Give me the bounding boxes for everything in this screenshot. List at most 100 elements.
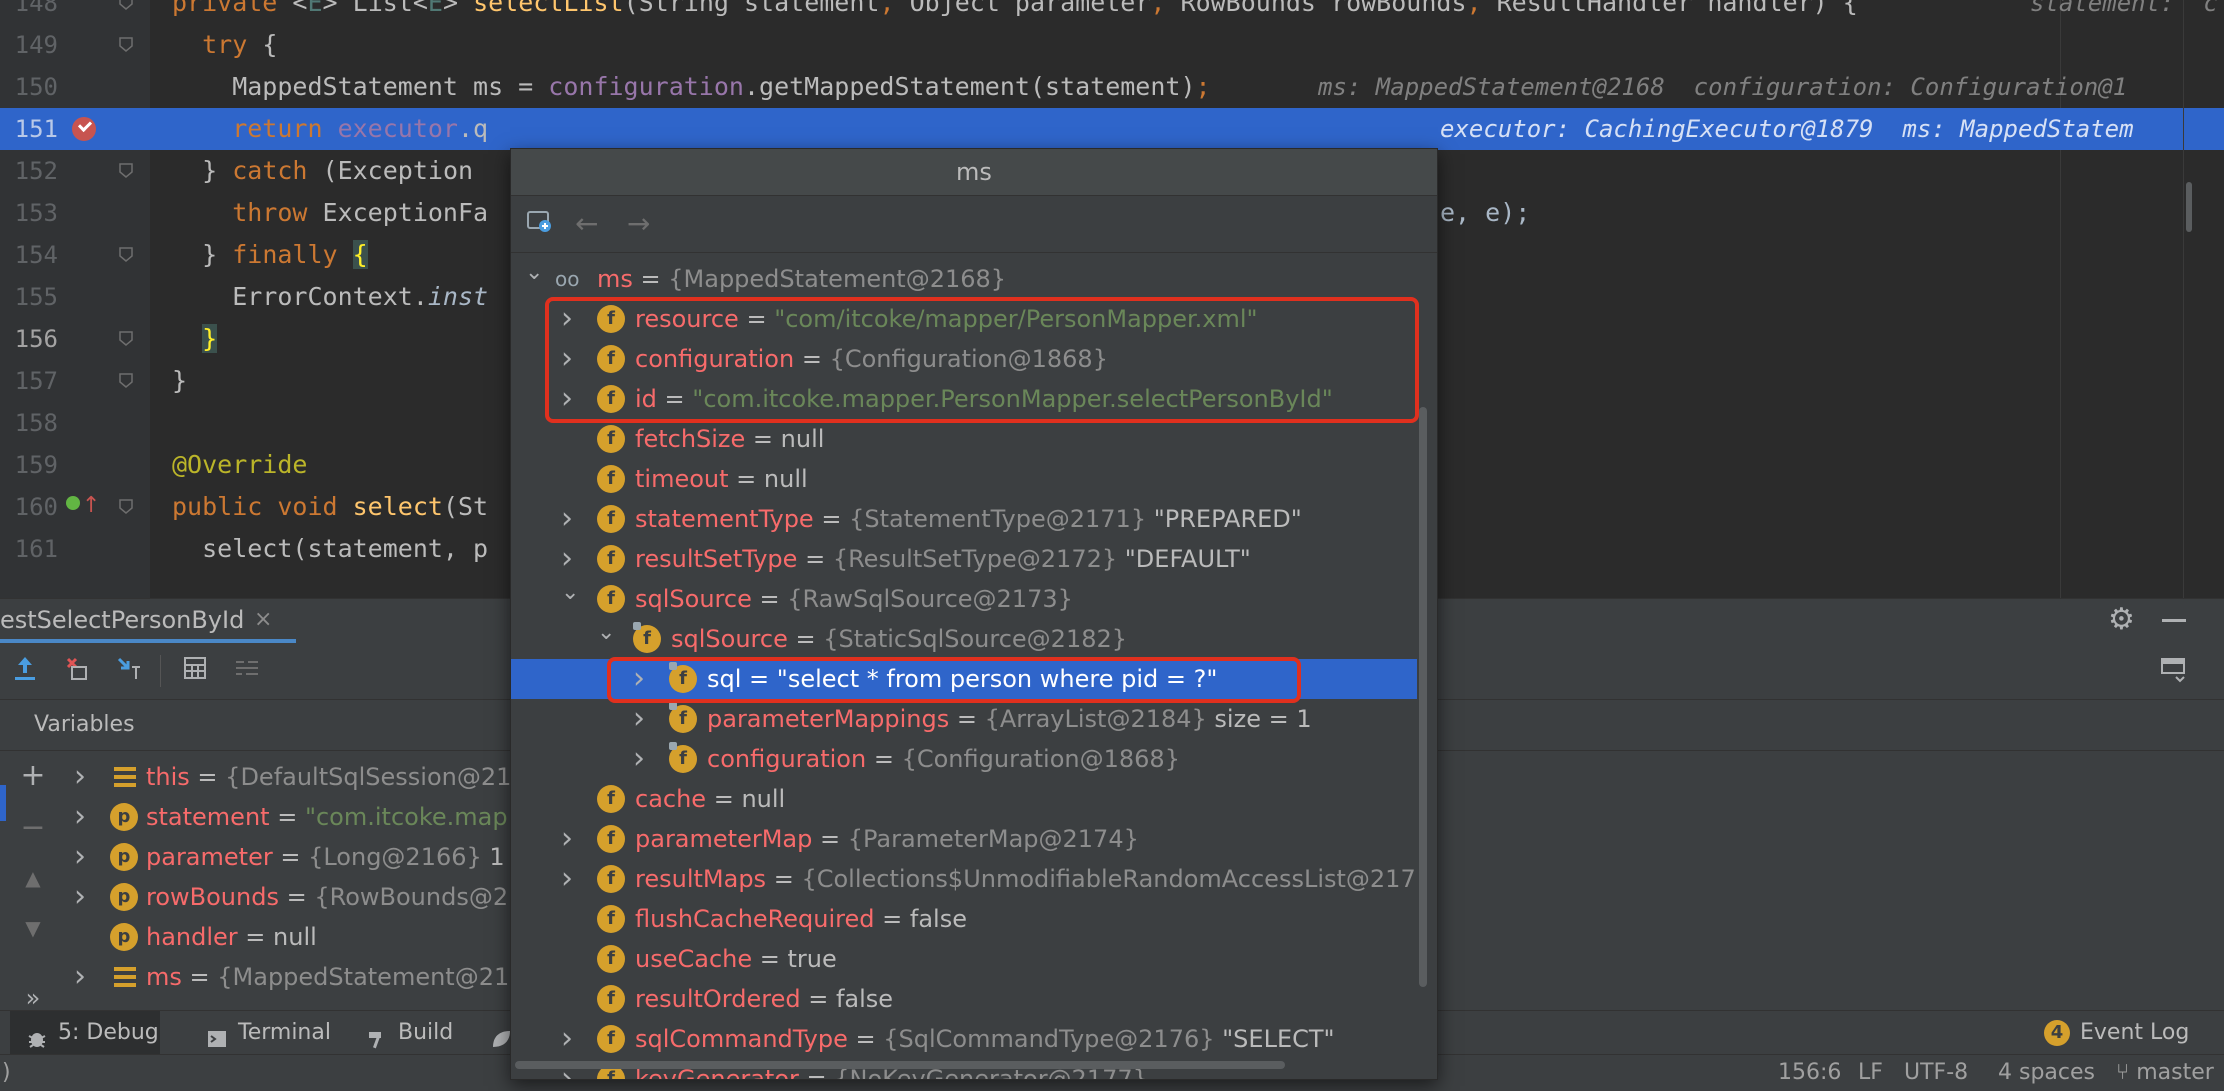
tree-node-row[interactable]: › f statementType = {StatementType@2171} "… bbox=[511, 499, 1417, 539]
trace-current-stream-icon[interactable] bbox=[230, 653, 264, 687]
current-frame-marker bbox=[0, 785, 6, 821]
fold-marker-icon[interactable] bbox=[118, 162, 134, 178]
node-name: resultMaps bbox=[635, 865, 767, 893]
code-text[interactable]: return executor.q bbox=[172, 108, 488, 150]
step-out-icon[interactable] bbox=[8, 653, 42, 687]
expand-arrow-icon[interactable]: ⌄ bbox=[561, 573, 579, 613]
popup-object-tree[interactable]: ⌄ oo ms = {MappedStatement@2168} › f resource… bbox=[511, 253, 1437, 1079]
move-up-icon[interactable]: ▲ bbox=[18, 863, 48, 893]
toolwindow-terminal-button[interactable]: Terminal bbox=[190, 1011, 340, 1055]
expand-arrow-icon[interactable]: › bbox=[74, 797, 86, 837]
code-text[interactable]: ErrorContext.inst bbox=[172, 276, 488, 318]
field-icon: f bbox=[669, 702, 697, 733]
expand-arrow-icon[interactable]: › bbox=[633, 739, 645, 779]
editor-scroll-thumb[interactable] bbox=[2186, 182, 2192, 232]
drop-frame-icon[interactable] bbox=[60, 653, 94, 687]
fold-marker-icon[interactable] bbox=[118, 0, 134, 10]
expand-arrow-icon[interactable]: ⌄ bbox=[597, 613, 615, 653]
tree-node-row[interactable]: f useCache = true bbox=[511, 939, 1417, 979]
back-arrow-icon[interactable]: ← bbox=[575, 206, 598, 242]
node-name: flushCacheRequired bbox=[635, 905, 875, 933]
fold-marker-icon[interactable] bbox=[118, 246, 134, 262]
git-branch[interactable]: ⑂ master bbox=[2116, 1055, 2214, 1091]
expand-arrow-icon[interactable]: › bbox=[74, 957, 86, 997]
expand-arrow-icon[interactable]: › bbox=[633, 699, 645, 739]
implemented-method-icon[interactable] bbox=[66, 496, 80, 510]
run-to-cursor-icon[interactable] bbox=[112, 653, 146, 687]
expand-arrow-icon[interactable]: › bbox=[74, 837, 86, 877]
watch-add-icon[interactable] bbox=[525, 206, 555, 245]
code-text[interactable]: } catch (Exception bbox=[172, 150, 473, 192]
code-text[interactable]: MappedStatement ms = configuration.getMa… bbox=[172, 66, 1210, 108]
evaluate-expression-icon[interactable] bbox=[178, 653, 212, 687]
expand-arrow-icon[interactable]: › bbox=[561, 1019, 573, 1059]
equals-sign: = bbox=[787, 625, 824, 653]
fold-marker-icon[interactable] bbox=[118, 372, 134, 388]
tree-node-row[interactable]: ⌄ f sqlSource = {RawSqlSource@2173} bbox=[511, 579, 1417, 619]
tree-node-row[interactable]: f fetchSize = null bbox=[511, 419, 1417, 459]
field-icon: f bbox=[597, 1025, 625, 1053]
move-down-icon[interactable]: ▼ bbox=[18, 913, 48, 943]
tree-node-row[interactable]: f flushCacheRequired = false bbox=[511, 899, 1417, 939]
code-text[interactable]: throw ExceptionFa bbox=[172, 192, 488, 234]
tree-node-row[interactable]: › f resultMaps = {Collections$Unmodifiable… bbox=[511, 859, 1417, 899]
code-text[interactable]: public void select(St bbox=[172, 486, 488, 528]
tree-root-row[interactable]: ⌄ oo ms = {MappedStatement@2168} bbox=[511, 259, 1417, 299]
minimize-icon[interactable] bbox=[2162, 619, 2186, 622]
code-line[interactable]: 149 try { bbox=[0, 24, 2224, 66]
close-tab-icon[interactable]: × bbox=[254, 599, 272, 641]
fold-marker-icon[interactable] bbox=[118, 498, 134, 514]
tree-node-row[interactable]: f cache = null bbox=[511, 779, 1417, 819]
expand-arrow-icon[interactable]: › bbox=[74, 757, 86, 797]
tree-node-row[interactable]: › f parameterMappings = {ArrayList@2184} s… bbox=[511, 699, 1417, 739]
code-text[interactable]: } bbox=[172, 318, 218, 360]
override-arrow-icon[interactable]: ↑ bbox=[82, 494, 100, 518]
more-icon[interactable]: » bbox=[18, 983, 48, 1013]
debug-session-tab[interactable]: estSelectPersonById × bbox=[0, 599, 300, 643]
parameter-icon: p bbox=[110, 883, 138, 911]
remove-watch-icon[interactable]: − bbox=[18, 813, 48, 843]
code-line[interactable]: 148 private <E> List<E> selectList(String… bbox=[0, 0, 2224, 24]
expand-arrow-icon[interactable]: › bbox=[561, 499, 573, 539]
expand-arrow-icon[interactable]: ⌄ bbox=[525, 253, 543, 293]
toolwindow-build-button[interactable]: Build bbox=[350, 1011, 460, 1055]
add-watch-icon[interactable]: + bbox=[18, 761, 48, 791]
code-text[interactable]: } finally { bbox=[172, 234, 368, 276]
expand-arrow-icon[interactable]: › bbox=[74, 877, 86, 917]
line-separator[interactable]: LF bbox=[1858, 1055, 1883, 1091]
expand-arrow-icon[interactable]: › bbox=[561, 819, 573, 859]
fold-marker-icon[interactable] bbox=[118, 330, 134, 346]
caret-position[interactable]: 156:6 bbox=[1778, 1055, 1841, 1091]
file-encoding[interactable]: UTF-8 bbox=[1904, 1055, 1968, 1091]
toolwindow-leaf-button[interactable] bbox=[474, 1011, 514, 1055]
debug-session-label[interactable]: estSelectPersonById bbox=[0, 599, 244, 641]
tree-node-row[interactable]: f timeout = null bbox=[511, 459, 1417, 499]
fold-marker-icon[interactable] bbox=[118, 36, 134, 52]
event-log-button[interactable]: 4 Event Log bbox=[2044, 1011, 2189, 1055]
code-text[interactable]: select(statement, p bbox=[172, 528, 488, 570]
breakpoint-icon[interactable] bbox=[72, 117, 96, 141]
forward-arrow-icon[interactable]: → bbox=[627, 206, 650, 242]
node-extra: "DEFAULT" bbox=[1117, 545, 1251, 573]
tree-node-row[interactable]: › f resultSetType = {ResultSetType@2172} "… bbox=[511, 539, 1417, 579]
tree-node-row[interactable]: f resultOrdered = false bbox=[511, 979, 1417, 1019]
code-text[interactable]: try { bbox=[172, 24, 277, 66]
code-line[interactable]: 150 MappedStatement ms = configuration.g… bbox=[0, 66, 2224, 108]
code-text-tail[interactable]: e, e); bbox=[1440, 192, 1530, 234]
indent-setting[interactable]: 4 spaces bbox=[1998, 1055, 2095, 1091]
editor-vertical-scrollbar[interactable] bbox=[2183, 0, 2224, 598]
tree-node-row[interactable]: › f configuration = {Configuration@1868} bbox=[511, 739, 1417, 779]
layout-settings-icon[interactable] bbox=[2156, 653, 2190, 687]
code-line[interactable]: 151 return executor.q executor: CachingEx… bbox=[0, 108, 2224, 150]
tree-node-row[interactable]: › f sqlCommandType = {SqlCommandType@2176}… bbox=[511, 1019, 1417, 1059]
popup-horizontal-scrollbar[interactable] bbox=[515, 1061, 1285, 1069]
tree-node-row[interactable]: ⌄ f sqlSource = {StaticSqlSource@2182} bbox=[511, 619, 1417, 659]
code-text[interactable]: @Override bbox=[172, 444, 307, 486]
tree-node-row[interactable]: › f parameterMap = {ParameterMap@2174} bbox=[511, 819, 1417, 859]
gear-icon[interactable]: ⚙ bbox=[2108, 603, 2135, 637]
expand-arrow-icon[interactable]: › bbox=[561, 859, 573, 899]
toolwindow-debug-button[interactable]: 5: Debug bbox=[10, 1011, 160, 1055]
code-text[interactable]: } bbox=[172, 360, 187, 402]
popup-vertical-scrollbar[interactable] bbox=[1419, 407, 1427, 987]
code-text[interactable]: private <E> List<E> selectList(String st… bbox=[172, 0, 1858, 24]
